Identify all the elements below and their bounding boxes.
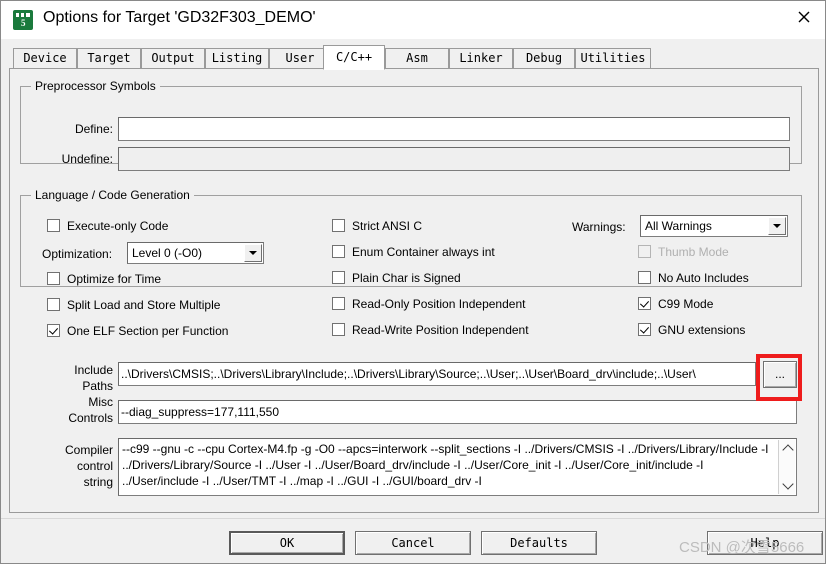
- tab-utilities[interactable]: Utilities: [575, 48, 651, 69]
- tab-user[interactable]: User: [269, 48, 331, 69]
- dialog-button-bar: OK Cancel Defaults Help: [1, 518, 825, 563]
- uvision5-icon: 5: [13, 10, 33, 30]
- compiler-control-string-value: --c99 --gnu -c --cpu Cortex-M4.fp -g -O0…: [122, 442, 769, 488]
- tab-c-c[interactable]: C/C++: [323, 45, 385, 70]
- include-paths-label-line2: Paths: [82, 379, 113, 393]
- compiler-control-string-label-line1: Compiler: [64, 443, 113, 457]
- checkbox-label: GNU extensions: [658, 323, 746, 337]
- chevron-down-icon[interactable]: [768, 217, 786, 235]
- checkbox-label: Strict ANSI C: [352, 219, 423, 233]
- checkbox-label: Read-Write Position Independent: [352, 323, 529, 337]
- tab-output[interactable]: Output: [141, 48, 205, 69]
- uvision5-icon-bars: [16, 13, 30, 17]
- warnings-select[interactable]: All Warnings: [640, 215, 788, 237]
- include-paths-browse-button[interactable]: ...: [763, 361, 797, 388]
- warnings-value: All Warnings: [645, 219, 712, 233]
- checkbox-box: [47, 324, 60, 337]
- checkbox-box: [47, 298, 60, 311]
- include-paths-label-line1: Include: [74, 363, 113, 377]
- misc-controls-input[interactable]: --diag_suppress=177,111,550: [118, 400, 797, 424]
- title-bar: 5 Options for Target 'GD32F303_DEMO': [1, 1, 825, 39]
- warnings-label: Warnings:: [572, 220, 626, 234]
- define-label: Define:: [74, 122, 113, 136]
- close-icon[interactable]: [781, 1, 825, 32]
- cancel-button[interactable]: Cancel: [355, 531, 471, 555]
- optimization-label: Optimization:: [42, 247, 113, 261]
- checkbox-label: Thumb Mode: [658, 245, 729, 259]
- compiler-control-string-box: --c99 --gnu -c --cpu Cortex-M4.fp -g -O0…: [118, 438, 797, 496]
- cpp-tab-panel: Preprocessor Symbols Define: Undefine: L…: [9, 69, 819, 513]
- scroll-down-icon[interactable]: [779, 477, 796, 494]
- checkbox-box: [332, 297, 345, 310]
- button-bar-divider: [1, 518, 825, 519]
- chevron-down-icon[interactable]: [244, 244, 262, 262]
- tab-asm[interactable]: Asm: [385, 48, 449, 69]
- checkbox-box: [638, 297, 651, 310]
- checkbox-label: Plain Char is Signed: [352, 271, 461, 285]
- uvision5-icon-glyph: 5: [21, 18, 26, 28]
- checkbox-label: No Auto Includes: [658, 271, 749, 285]
- checkbox-label: Execute-only Code: [67, 219, 169, 233]
- checkbox-box: [47, 272, 60, 285]
- tab-target[interactable]: Target: [77, 48, 141, 69]
- misc-controls-label-line1: Misc: [88, 395, 113, 409]
- language-code-generation-title: Language / Code Generation: [31, 188, 194, 202]
- compiler-control-string-label-line2: control: [76, 459, 113, 473]
- help-button[interactable]: Help: [707, 531, 823, 555]
- checkbox-label: Read-Only Position Independent: [352, 297, 526, 311]
- tab-listing[interactable]: Listing: [205, 48, 269, 69]
- close-icon-glyph: [798, 11, 810, 22]
- checkbox-label: Optimize for Time: [67, 272, 162, 286]
- tab-strip: Device Target Output Listing User C/C++ Asm Lin…: [9, 45, 819, 70]
- optimization-value: Level 0 (-O0): [132, 246, 203, 260]
- checkbox-box: [332, 245, 345, 258]
- checkbox-box: [332, 219, 345, 232]
- define-input[interactable]: [118, 117, 790, 141]
- compiler-string-scrollbar[interactable]: [778, 440, 795, 494]
- defaults-button[interactable]: Defaults: [481, 531, 597, 555]
- misc-controls-label-line2: Controls: [68, 411, 113, 425]
- undefine-label: Undefine:: [61, 152, 113, 166]
- tab-debug[interactable]: Debug: [513, 48, 575, 69]
- checkbox-box: [332, 271, 345, 284]
- tab-linker[interactable]: Linker: [449, 48, 513, 69]
- scroll-up-icon[interactable]: [779, 440, 796, 457]
- options-for-target-dialog: 5 Options for Target 'GD32F303_DEMO' Dev…: [0, 0, 826, 564]
- checkbox-label: Split Load and Store Multiple: [67, 298, 221, 312]
- checkbox-label: Enum Container always int: [352, 245, 495, 259]
- checkbox-box: [332, 323, 345, 336]
- undefine-input: [118, 147, 790, 171]
- checkbox-label: One ELF Section per Function: [67, 324, 229, 338]
- window-title: Options for Target 'GD32F303_DEMO': [43, 9, 316, 26]
- ok-button[interactable]: OK: [229, 531, 345, 555]
- checkbox-box: [47, 219, 60, 232]
- checkbox-box: [638, 245, 651, 258]
- include-paths-input[interactable]: ..\Drivers\CMSIS;..\Drivers\Library\Incl…: [118, 362, 756, 386]
- checkbox-label: C99 Mode: [658, 297, 714, 311]
- preprocessor-symbols-title: Preprocessor Symbols: [31, 79, 160, 93]
- compiler-control-string-label-line3: string: [83, 475, 113, 489]
- checkbox-box: [638, 271, 651, 284]
- tab-device[interactable]: Device: [13, 48, 77, 69]
- checkbox-box: [638, 323, 651, 336]
- optimization-select[interactable]: Level 0 (-O0): [127, 242, 264, 264]
